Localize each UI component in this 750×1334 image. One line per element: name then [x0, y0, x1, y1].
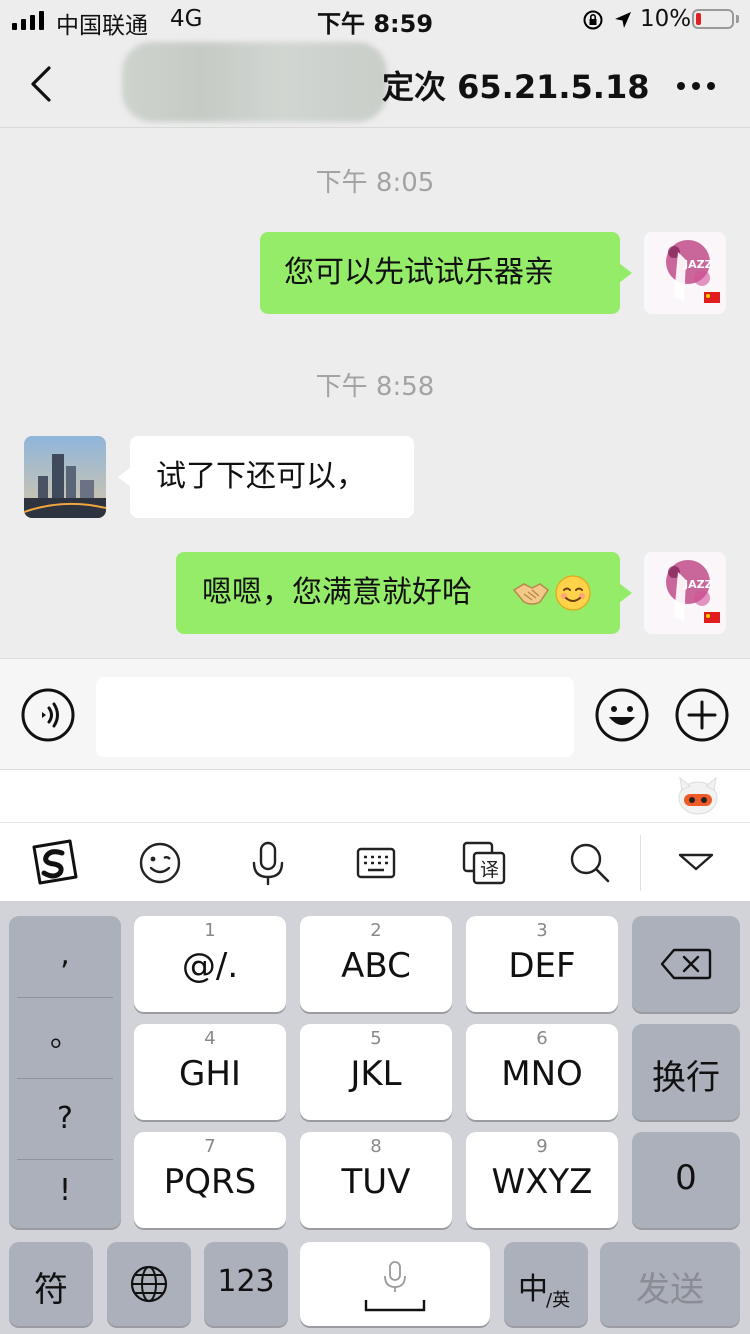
- punct-question-key[interactable]: ?: [9, 1080, 121, 1158]
- sent-message-bubble[interactable]: 您可以先试试乐器亲: [260, 232, 620, 314]
- key-4[interactable]: 4 GHI: [134, 1024, 286, 1120]
- punct-comma-key[interactable]: ,: [9, 916, 121, 994]
- contact-avatar[interactable]: [24, 436, 106, 518]
- sogou-logo-icon[interactable]: [28, 837, 80, 889]
- key-8[interactable]: 8 TUV: [300, 1132, 452, 1228]
- punct-exclaim-key[interactable]: !: [9, 1152, 121, 1230]
- message-text: 嗯嗯，您满意就好哈: [202, 575, 472, 610]
- smiling-emoji-icon: [555, 575, 591, 611]
- battery-icon: [692, 9, 734, 29]
- chevron-down-icon[interactable]: [670, 837, 722, 889]
- language-switch-key[interactable]: 中 /英: [504, 1242, 588, 1326]
- my-avatar[interactable]: JAZZ: [644, 232, 726, 314]
- keyboard-toolbar: 译: [0, 822, 750, 902]
- location-icon: [615, 12, 631, 28]
- keyboard: , 。 ? ! 1 @/. 2 ABC 3 DEF 4 GHI 5 JKL 6 …: [0, 902, 750, 1334]
- space-key[interactable]: [300, 1242, 490, 1326]
- sent-message-bubble[interactable]: 嗯嗯，您满意就好哈: [176, 552, 620, 634]
- key-6[interactable]: 6 MNO: [466, 1024, 618, 1120]
- key-9[interactable]: 9 WXYZ: [466, 1132, 618, 1228]
- battery-percent: 10%: [640, 6, 692, 32]
- message-text: 试了下还可以，: [156, 459, 366, 494]
- key-5[interactable]: 5 JKL: [300, 1024, 452, 1120]
- svg-text:译: 译: [480, 859, 499, 881]
- voice-input-icon[interactable]: [20, 687, 76, 743]
- chevron-left-icon[interactable]: [22, 64, 62, 104]
- status-bar: 中国联通 4G 下午 8:59 10%: [0, 0, 750, 42]
- key-1[interactable]: 1 @/.: [134, 916, 286, 1012]
- more-dots-icon[interactable]: [672, 66, 720, 106]
- message-input[interactable]: [96, 677, 574, 757]
- number-mode-key[interactable]: 123: [204, 1242, 288, 1326]
- send-button[interactable]: 发送: [600, 1242, 740, 1326]
- key-2[interactable]: 2 ABC: [300, 916, 452, 1012]
- input-bar: [0, 658, 750, 770]
- received-message-bubble[interactable]: 试了下还可以，: [130, 436, 414, 518]
- zero-key[interactable]: 0: [632, 1132, 740, 1228]
- globe-key[interactable]: [107, 1242, 191, 1326]
- svg-text:JAZZ: JAZZ: [683, 578, 713, 591]
- keyboard-mascot-icon[interactable]: [676, 776, 720, 816]
- translate-icon[interactable]: 译: [458, 837, 510, 889]
- newline-key[interactable]: 换行: [632, 1024, 740, 1120]
- my-avatar[interactable]: JAZZ: [644, 552, 726, 634]
- svg-text:JAZZ: JAZZ: [683, 258, 713, 271]
- orientation-lock-icon: [583, 10, 603, 30]
- chat-title: 定次 65.21.5.18: [382, 68, 650, 106]
- blurred-contact-name: [122, 42, 387, 122]
- keyboard-icon[interactable]: [350, 837, 402, 889]
- key-3[interactable]: 3 DEF: [466, 916, 618, 1012]
- symbols-key[interactable]: 符: [9, 1242, 93, 1326]
- punct-period-key[interactable]: 。: [9, 998, 121, 1076]
- space-bar-icon: [364, 1300, 426, 1312]
- clock: 下午 8:59: [316, 10, 434, 38]
- microphone-icon: [384, 1261, 406, 1292]
- backspace-key[interactable]: [632, 916, 740, 1012]
- keyboard-suggestion-strip: [0, 770, 750, 822]
- microphone-icon[interactable]: [242, 837, 294, 889]
- nav-bar: 定次 65.21.5.18: [0, 42, 750, 128]
- backspace-icon: [660, 948, 712, 980]
- emoji-icon[interactable]: [594, 687, 650, 743]
- punctuation-column[interactable]: , 。 ? !: [9, 916, 121, 1228]
- message-text: 您可以先试试乐器亲: [284, 255, 554, 290]
- globe-icon: [130, 1265, 168, 1303]
- message-timestamp: 下午 8:05: [315, 168, 435, 198]
- key-7[interactable]: 7 PQRS: [134, 1132, 286, 1228]
- handshake-emoji-icon: [512, 583, 550, 605]
- search-icon[interactable]: [564, 837, 616, 889]
- message-timestamp: 下午 8:58: [315, 372, 435, 402]
- plus-circle-icon[interactable]: [674, 687, 730, 743]
- emoji-face-icon[interactable]: [134, 837, 186, 889]
